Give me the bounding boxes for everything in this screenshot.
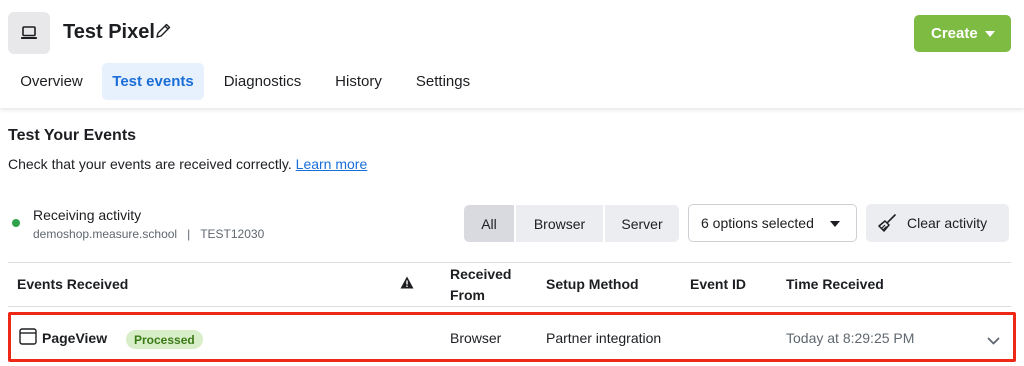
filter-browser-button[interactable]: Browser — [516, 205, 603, 242]
clear-activity-button[interactable]: Clear activity — [866, 204, 1009, 242]
dropdown-value: 6 options selected — [701, 215, 814, 231]
column-header-setup-method[interactable]: Setup Method — [546, 274, 639, 295]
column-header-received-from-line2: From — [450, 287, 485, 303]
create-button-label: Create — [931, 25, 978, 42]
column-header-received-from[interactable]: Received From — [450, 264, 511, 306]
chevron-down-icon — [985, 31, 995, 37]
status-site: demoshop.measure.school — [33, 227, 178, 241]
chevron-down-icon[interactable] — [987, 333, 1000, 345]
received-from-cell: Browser — [450, 330, 502, 346]
status-indicator-dot — [12, 219, 20, 227]
page-title: Test Pixel — [63, 21, 155, 43]
status-test-code: TEST12030 — [200, 227, 265, 241]
tab-settings[interactable]: Settings — [404, 63, 482, 100]
broom-icon — [877, 213, 897, 233]
table-divider — [8, 262, 1011, 263]
filter-all-button[interactable]: All — [464, 205, 514, 242]
learn-more-link[interactable]: Learn more — [296, 156, 368, 172]
section-description: Check that your events are received corr… — [8, 156, 367, 172]
table-row[interactable]: PageView Processed Browser Partner integ… — [8, 312, 1016, 362]
pencil-icon[interactable] — [154, 22, 172, 40]
event-options-dropdown[interactable]: 6 options selected — [688, 204, 857, 242]
column-header-received-from-line1: Received — [450, 266, 512, 282]
status-separator: | — [187, 227, 191, 241]
section-description-text: Check that your events are received corr… — [8, 156, 292, 172]
status-label: Receiving activity — [33, 207, 142, 223]
event-name: PageView — [42, 330, 108, 346]
section-title: Test Your Events — [8, 127, 137, 144]
tab-overview[interactable]: Overview — [8, 63, 95, 100]
setup-method-cell: Partner integration — [546, 330, 662, 346]
tab-history[interactable]: History — [323, 63, 394, 100]
tab-diagnostics[interactable]: Diagnostics — [212, 63, 313, 100]
browser-window-icon — [19, 328, 37, 345]
filter-server-button[interactable]: Server — [605, 205, 679, 242]
time-received-cell: Today at 8:29:25 PM — [786, 330, 915, 346]
page-header: Test Pixel Create Overview Test events D… — [0, 0, 1024, 108]
clear-activity-label: Clear activity — [907, 215, 988, 231]
column-header-event-id[interactable]: Event ID — [690, 274, 746, 295]
create-button[interactable]: Create — [914, 15, 1011, 52]
table-divider — [8, 306, 1011, 307]
tab-test-events[interactable]: Test events — [102, 63, 204, 100]
column-header-events-received[interactable]: Events Received — [17, 274, 128, 295]
column-header-time-received[interactable]: Time Received — [786, 274, 884, 295]
status-badge: Processed — [126, 330, 203, 349]
status-details: demoshop.measure.school | TEST12030 — [33, 227, 264, 241]
warning-icon[interactable] — [400, 276, 414, 289]
laptop-icon — [8, 12, 50, 54]
chevron-down-icon — [830, 221, 840, 227]
